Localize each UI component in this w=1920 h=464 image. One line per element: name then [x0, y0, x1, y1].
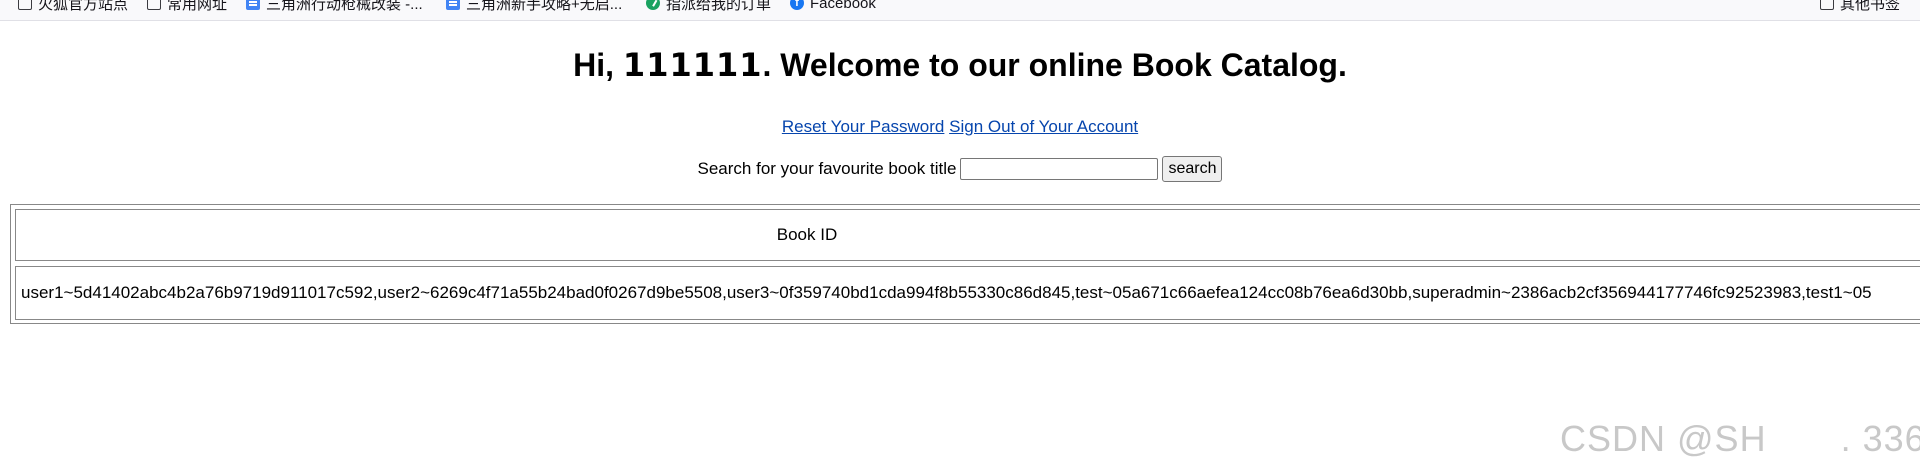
folder-icon — [18, 0, 32, 10]
bookmark-delta-weapon-mods[interactable]: 三角洲行动枪械改装 -... — [246, 0, 423, 13]
table-header-cell: Book ID — [15, 209, 1920, 261]
page-title: Hi, 111111. Welcome to our online Book C… — [0, 46, 1920, 84]
watermark: CSDN @SH . 336 — [1560, 418, 1920, 459]
bookmark-label: 常用网址 — [167, 0, 228, 13]
check-circle-icon — [646, 0, 660, 10]
greeting-prefix: Hi, — [573, 47, 623, 83]
bookmark-other-bookmarks[interactable]: 其他书签 — [1820, 0, 1900, 13]
bookmark-firefox-official[interactable]: 火狐官方站点 — [18, 0, 128, 13]
bookmark-label: 火狐官方站点 — [38, 0, 129, 13]
sign-out-link[interactable]: Sign Out of Your Account — [949, 117, 1138, 136]
bookmark-label: 指派给我的订单 — [666, 0, 772, 13]
account-links: Reset Your Password Sign Out of Your Acc… — [0, 117, 1920, 137]
book-table: Book ID user1~5d41402abc4b2a76b9719d9110… — [10, 204, 1920, 324]
search-button[interactable]: search — [1162, 156, 1223, 182]
username: 111111 — [622, 46, 763, 84]
folder-icon — [147, 0, 161, 10]
bookmark-label: 三角洲新手攻略+无启... — [466, 0, 623, 13]
document-icon — [446, 0, 460, 10]
bookmark-delta-beginner-guide[interactable]: 三角洲新手攻略+无启... — [446, 0, 622, 13]
reset-password-link[interactable]: Reset Your Password — [782, 117, 945, 136]
column-header-book-id: Book ID — [776, 225, 838, 244]
folder-icon — [1820, 0, 1834, 10]
facebook-icon: f — [790, 0, 804, 10]
search-input[interactable] — [960, 158, 1159, 180]
bookmark-label: 三角洲行动枪械改装 -... — [266, 0, 423, 13]
bookmark-label: 其他书签 — [1840, 0, 1901, 13]
greeting-suffix: . Welcome to our online Book Catalog. — [762, 47, 1347, 83]
table-cell-book-id: user1~5d41402abc4b2a76b9719d911017c592,u… — [21, 283, 1872, 302]
bookmark-facebook[interactable]: f Facebook — [790, 0, 876, 13]
table-row: user1~5d41402abc4b2a76b9719d911017c592,u… — [15, 266, 1920, 320]
bookmarks-toolbar: 火狐官方站点 常用网址 三角洲行动枪械改装 -... 三角洲新手攻略+无启...… — [0, 0, 1920, 21]
bookmark-label: Facebook — [810, 0, 876, 12]
search-label: Search for your favourite book title — [697, 159, 957, 178]
document-icon — [246, 0, 260, 10]
search-bar: Search for your favourite book title sea… — [0, 156, 1920, 182]
bookmark-assigned-orders[interactable]: 指派给我的订单 — [646, 0, 771, 13]
bookmark-common-sites[interactable]: 常用网址 — [147, 0, 227, 13]
